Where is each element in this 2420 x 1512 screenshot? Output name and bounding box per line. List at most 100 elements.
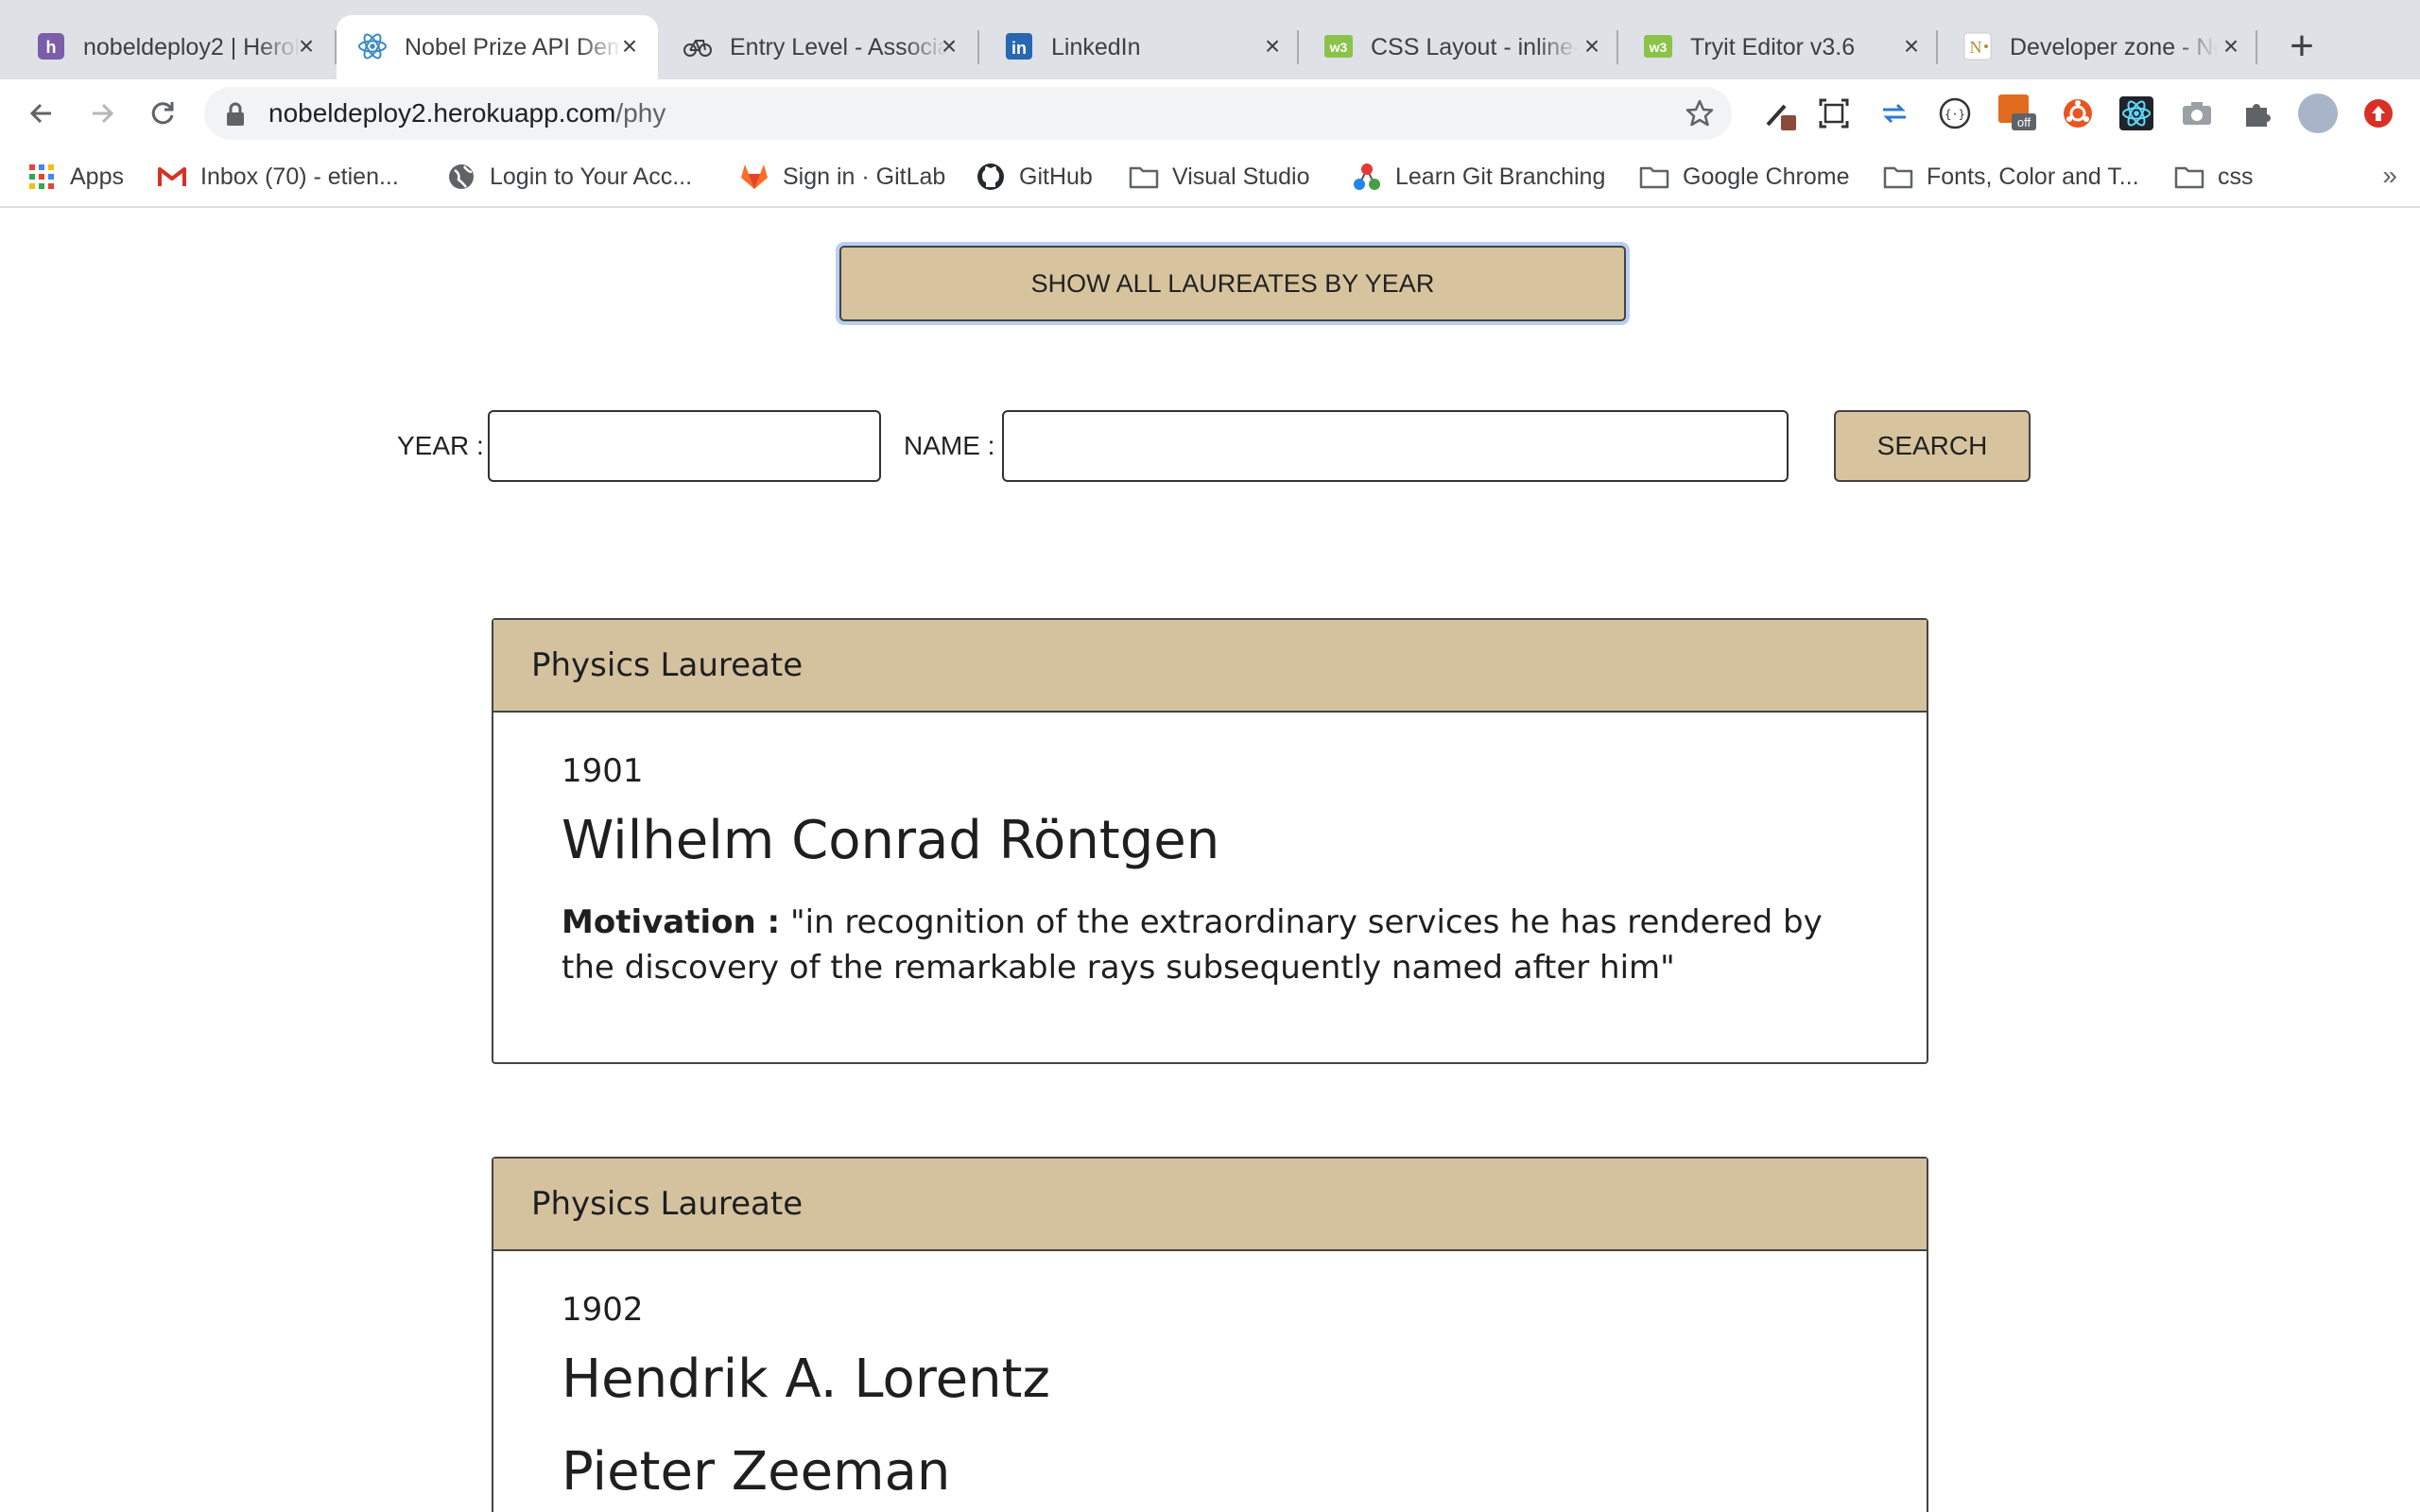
switch-extension-icon[interactable] bbox=[1874, 93, 1915, 134]
camera-extension-icon[interactable] bbox=[2176, 93, 2218, 134]
star-icon[interactable] bbox=[1685, 98, 1715, 133]
search-button[interactable]: SEARCH bbox=[1834, 410, 2031, 482]
close-icon[interactable]: × bbox=[614, 31, 645, 61]
tab-developer-zone[interactable]: N Developer zone - Nobel × bbox=[1942, 15, 2259, 79]
bookmarks-bar: Apps Inbox (70) - etien... Login to Your… bbox=[0, 147, 2420, 208]
heroku-icon: h bbox=[36, 31, 66, 61]
svg-text:N: N bbox=[1970, 38, 1982, 57]
bookmark-label: GitHub bbox=[1019, 163, 1093, 190]
show-all-laureates-button[interactable]: SHOW ALL LAUREATES BY YEAR bbox=[839, 246, 1626, 321]
color-picker-extension-icon[interactable] bbox=[1758, 93, 1800, 134]
tab-linkedin[interactable]: in LinkedIn × bbox=[983, 15, 1301, 79]
laureate-card: Physics Laureate 1902 Hendrik A. Lorentz… bbox=[492, 1157, 1928, 1512]
forward-button[interactable] bbox=[79, 91, 125, 136]
close-icon[interactable]: × bbox=[291, 31, 321, 61]
laureate-name: Pieter Zeeman bbox=[562, 1441, 951, 1503]
close-icon[interactable]: × bbox=[2216, 31, 2246, 61]
globe-icon bbox=[446, 162, 476, 192]
motivation-label: Motivation : bbox=[562, 903, 781, 941]
tab-strip: h nobeldeploy2 | Heroku × Nobel Prize AP… bbox=[0, 0, 2420, 79]
bookmarks-overflow-button[interactable]: » bbox=[2382, 161, 2397, 191]
folder-icon bbox=[2174, 162, 2204, 192]
name-label: NAME : bbox=[904, 431, 995, 460]
tab-tryit-editor[interactable]: w3 Tryit Editor v3.6 × bbox=[1622, 15, 1940, 79]
screenshot-extension-icon[interactable] bbox=[1813, 93, 1855, 134]
bookmark-login[interactable]: Login to Your Acc... bbox=[446, 147, 692, 206]
github-icon bbox=[976, 162, 1006, 192]
svg-text:off: off bbox=[2017, 115, 2031, 129]
bookmark-learn-git[interactable]: Learn Git Branching bbox=[1352, 147, 1605, 206]
linkedin-icon: in bbox=[1004, 31, 1034, 61]
close-icon[interactable]: × bbox=[1257, 31, 1288, 61]
address-bar[interactable]: nobeldeploy2.herokuapp.com/phy bbox=[204, 87, 1732, 140]
close-icon[interactable]: × bbox=[1896, 31, 1927, 61]
arrow-left-icon bbox=[29, 103, 51, 124]
reload-icon bbox=[151, 102, 174, 125]
browser-toolbar: nobeldeploy2.herokuapp.com/phy {·} off bbox=[0, 79, 2420, 147]
ubuntu-extension-icon[interactable] bbox=[2057, 93, 2099, 134]
tab-separator bbox=[1936, 30, 1938, 64]
tab-entry-level[interactable]: Entry Level - Associate × bbox=[662, 15, 979, 79]
new-tab-button[interactable]: + bbox=[2278, 23, 2325, 70]
svg-text:{·}: {·} bbox=[1945, 108, 1965, 121]
tab-title: LinkedIn bbox=[1051, 34, 1141, 60]
react-icon bbox=[357, 31, 388, 61]
laureate-card: Physics Laureate 1901 Wilhelm Conrad Rön… bbox=[492, 618, 1928, 1064]
bookmark-apps[interactable]: Apps bbox=[26, 147, 124, 206]
year-input[interactable] bbox=[488, 410, 881, 482]
css-off-extension-icon[interactable]: off bbox=[1996, 93, 2038, 134]
svg-text:in: in bbox=[1011, 39, 1027, 58]
update-arrow-icon[interactable] bbox=[2358, 93, 2399, 134]
tab-title: CSS Layout - inline-block bbox=[1371, 34, 1579, 60]
laureate-name: Hendrik A. Lorentz bbox=[562, 1349, 1050, 1410]
bicycle-icon bbox=[683, 31, 713, 61]
name-input[interactable] bbox=[1002, 410, 1789, 482]
folder-icon bbox=[1129, 162, 1159, 192]
laureate-motivation: Motivation : "in recognition of the extr… bbox=[562, 900, 1858, 990]
year-label: YEAR : bbox=[397, 431, 484, 460]
bookmark-fonts-color[interactable]: Fonts, Color and T... bbox=[1883, 147, 2139, 206]
tab-title: Entry Level - Associate bbox=[730, 34, 947, 60]
svg-text:w3: w3 bbox=[1329, 40, 1348, 55]
bookmark-visual-studio[interactable]: Visual Studio bbox=[1129, 147, 1309, 206]
gmail-icon bbox=[157, 162, 187, 192]
back-button[interactable] bbox=[19, 91, 64, 136]
apps-grid-icon bbox=[26, 162, 57, 192]
tab-separator bbox=[1297, 30, 1299, 64]
bookmark-label: Learn Git Branching bbox=[1395, 163, 1606, 190]
svg-text:h: h bbox=[46, 38, 57, 57]
gitlab-icon bbox=[739, 162, 769, 192]
bookmark-label: Inbox (70) - etien... bbox=[200, 163, 399, 190]
tab-separator bbox=[2256, 30, 2257, 64]
bookmark-github[interactable]: GitHub bbox=[976, 147, 1093, 206]
bookmark-label: Login to Your Acc... bbox=[490, 163, 693, 190]
close-icon[interactable]: × bbox=[934, 31, 964, 61]
w3schools-icon: w3 bbox=[1643, 31, 1673, 61]
bookmark-google-chrome[interactable]: Google Chrome bbox=[1639, 147, 1849, 206]
tab-heroku[interactable]: h nobeldeploy2 | Heroku × bbox=[15, 15, 333, 79]
nobel-icon: N bbox=[1962, 31, 1993, 61]
bookmark-css[interactable]: css bbox=[2174, 147, 2254, 206]
json-extension-icon[interactable]: {·} bbox=[1934, 93, 1976, 134]
bookmark-label: Apps bbox=[70, 163, 124, 190]
react-devtools-icon[interactable] bbox=[2116, 93, 2157, 134]
close-icon[interactable]: × bbox=[1577, 31, 1607, 61]
svg-text:w3: w3 bbox=[1649, 40, 1668, 55]
bookmark-gitlab[interactable]: Sign in · GitLab bbox=[739, 147, 945, 206]
tab-css-layout[interactable]: w3 CSS Layout - inline-block × bbox=[1303, 15, 1620, 79]
tab-title: Tryit Editor v3.6 bbox=[1690, 34, 1856, 60]
bookmark-label: Visual Studio bbox=[1172, 163, 1310, 190]
bookmark-label: Sign in · GitLab bbox=[783, 163, 946, 190]
card-body: 1902 Hendrik A. Lorentz Pieter Zeeman bbox=[493, 1251, 1927, 1512]
avatar[interactable] bbox=[2297, 93, 2339, 134]
laureate-year: 1902 bbox=[562, 1291, 644, 1329]
tab-nobel-api[interactable]: Nobel Prize API Demo × bbox=[337, 15, 658, 79]
reload-button[interactable] bbox=[140, 91, 185, 136]
card-header: Physics Laureate bbox=[493, 620, 1927, 713]
tab-title: nobeldeploy2 | Heroku bbox=[83, 34, 301, 60]
tab-separator bbox=[977, 30, 979, 64]
arrow-right-icon bbox=[93, 103, 114, 124]
puzzle-extensions-icon[interactable] bbox=[2237, 93, 2278, 134]
bookmark-inbox[interactable]: Inbox (70) - etien... bbox=[157, 147, 399, 206]
page-content: SHOW ALL LAUREATES BY YEAR YEAR : NAME :… bbox=[0, 208, 2420, 1512]
